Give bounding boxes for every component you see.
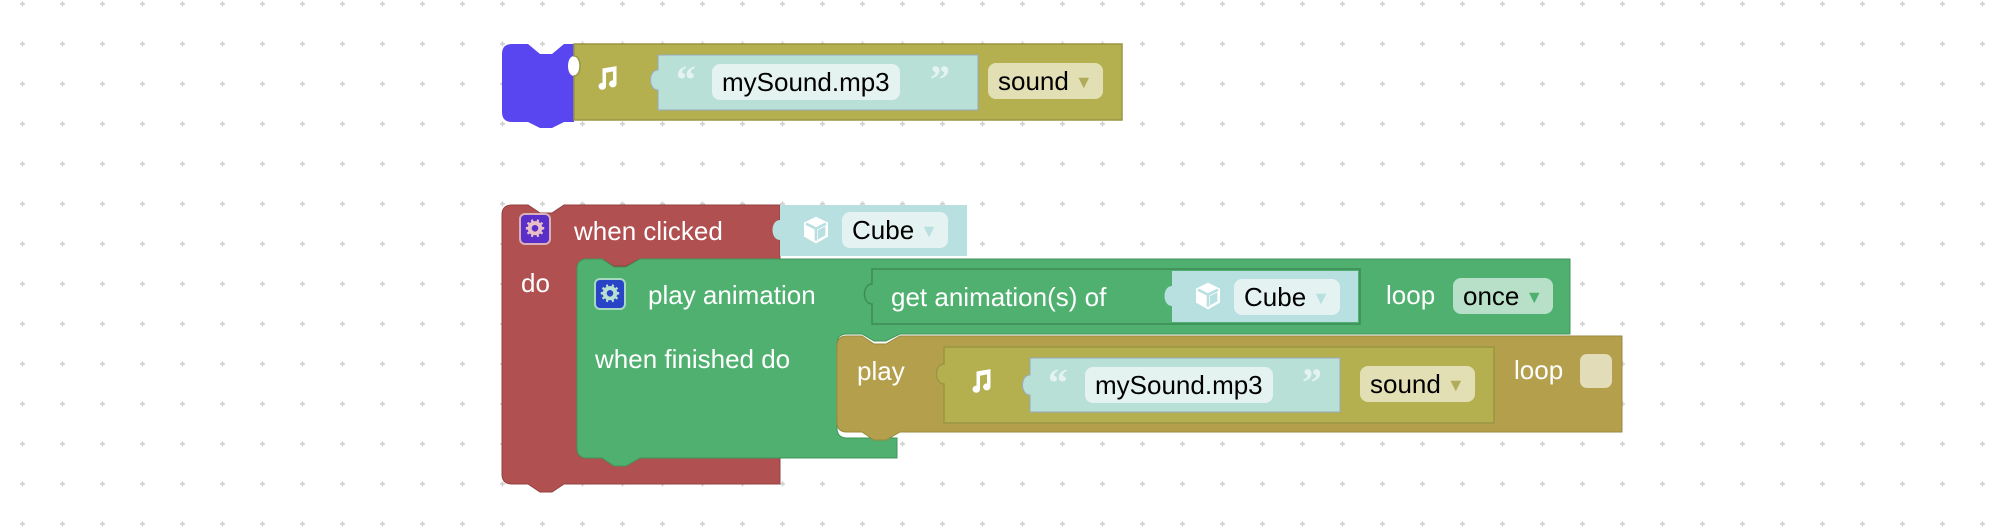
event-object-value: Cube xyxy=(852,215,915,245)
sound-type-value: sound xyxy=(998,66,1069,96)
event-label: when clicked xyxy=(574,216,723,246)
chevron-down-icon: ▼ xyxy=(1074,72,1093,92)
music-note-icon xyxy=(966,367,994,397)
loop-checkbox[interactable] xyxy=(1580,354,1612,388)
play-label: play xyxy=(857,356,905,386)
event-object-dropdown[interactable]: Cube ▼ xyxy=(842,212,948,248)
text-close-quote: ” xyxy=(1302,360,1322,405)
gear-icon xyxy=(525,219,545,238)
event-gear-icon[interactable] xyxy=(519,213,551,245)
animation-loop-label: loop xyxy=(1386,280,1436,310)
play-sound-type-value: sound xyxy=(1370,369,1441,399)
loop-mode-value: once xyxy=(1463,281,1520,311)
orphan-hat-block xyxy=(502,44,574,128)
getter-object-value: Cube xyxy=(1244,282,1307,312)
cube-icon xyxy=(1192,279,1224,313)
sound-filename-field[interactable]: mySound.mp3 xyxy=(712,64,900,100)
play-sound-filename-field[interactable]: mySound.mp3 xyxy=(1085,367,1273,403)
chevron-down-icon: ▼ xyxy=(920,221,938,241)
gear-icon xyxy=(600,284,620,303)
text-open-quote: “ xyxy=(1048,360,1068,405)
loop-mode-dropdown[interactable]: once ▼ xyxy=(1453,278,1554,314)
cube-icon xyxy=(800,213,832,247)
chevron-down-icon: ▼ xyxy=(1446,375,1465,395)
when-finished-label: when finished do xyxy=(595,344,791,374)
text-open-quote: “ xyxy=(676,57,696,102)
do-label: do xyxy=(521,268,550,298)
animation-gear-icon[interactable] xyxy=(594,278,626,310)
music-note-icon xyxy=(592,64,620,94)
sound-type-dropdown[interactable]: sound ▼ xyxy=(988,63,1103,99)
play-sound-type-dropdown[interactable]: sound ▼ xyxy=(1360,366,1475,402)
play-animation-label: play animation xyxy=(648,280,816,310)
getter-object-dropdown[interactable]: Cube ▼ xyxy=(1234,279,1340,315)
chevron-down-icon: ▼ xyxy=(1525,287,1544,307)
play-loop-label: loop xyxy=(1514,355,1564,385)
text-close-quote: ” xyxy=(930,57,950,102)
getter-label: get animation(s) of xyxy=(891,282,1107,312)
chevron-down-icon: ▼ xyxy=(1312,288,1330,308)
